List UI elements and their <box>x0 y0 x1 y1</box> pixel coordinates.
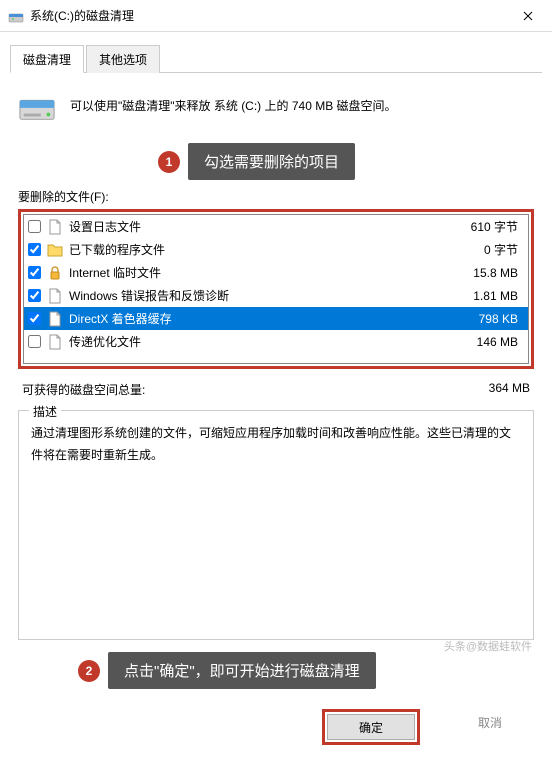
file-name: 已下载的程序文件 <box>69 241 484 258</box>
file-size: 610 字节 <box>471 218 522 235</box>
main-content: 可以使用"磁盘清理"来释放 系统 (C:) 上的 740 MB 磁盘空间。 1 … <box>0 73 552 709</box>
folder-icon <box>47 242 63 258</box>
page-icon <box>47 288 63 304</box>
file-name: Internet 临时文件 <box>69 264 473 281</box>
watermark: 头条@数据蛙软件 <box>444 638 532 654</box>
total-row: 可获得的磁盘空间总量: 364 MB <box>18 379 534 400</box>
intro-section: 可以使用"磁盘清理"来释放 系统 (C:) 上的 740 MB 磁盘空间。 <box>18 87 534 125</box>
file-checkbox[interactable] <box>28 335 41 348</box>
titlebar: 系统(C:)的磁盘清理 <box>0 0 552 32</box>
file-checkbox[interactable] <box>28 312 41 325</box>
window-title: 系统(C:)的磁盘清理 <box>30 7 508 24</box>
annotation-text-1: 勾选需要删除的项目 <box>188 143 355 180</box>
description-group: 描述 通过清理图形系统创建的文件，可缩短应用程序加载时间和改善响应性能。这些已清… <box>18 410 534 640</box>
file-row[interactable]: DirectX 着色器缓存798 KB <box>24 307 528 330</box>
annotation-text-2: 点击"确定"，即可开始进行磁盘清理 <box>108 652 376 689</box>
annotation-1: 1 勾选需要删除的项目 <box>158 143 534 180</box>
page-icon <box>47 334 63 350</box>
file-name: DirectX 着色器缓存 <box>69 310 479 327</box>
drive-icon <box>18 87 56 125</box>
file-checkbox[interactable] <box>28 266 41 279</box>
annotation-2: 2 点击"确定"，即可开始进行磁盘清理 <box>78 652 534 689</box>
description-text: 通过清理图形系统创建的文件，可缩短应用程序加载时间和改善响应性能。这些已清理的文… <box>31 423 521 466</box>
lock-icon <box>47 265 63 281</box>
page-icon <box>47 219 63 235</box>
file-checkbox[interactable] <box>28 289 41 302</box>
description-legend: 描述 <box>29 403 61 420</box>
file-row[interactable]: 已下载的程序文件0 字节 <box>24 238 528 261</box>
total-label: 可获得的磁盘空间总量: <box>22 381 145 398</box>
file-size: 0 字节 <box>484 241 522 258</box>
ok-button[interactable]: 确定 <box>327 714 415 740</box>
tab-strip: 磁盘清理 其他选项 <box>10 44 542 73</box>
intro-text: 可以使用"磁盘清理"来释放 系统 (C:) 上的 740 MB 磁盘空间。 <box>70 97 397 115</box>
file-name: 传递优化文件 <box>69 333 477 350</box>
annotation-badge-1: 1 <box>158 151 180 173</box>
annotation-badge-2: 2 <box>78 660 100 682</box>
total-value: 364 MB <box>489 381 530 398</box>
file-row[interactable]: Internet 临时文件15.8 MB <box>24 261 528 284</box>
file-size: 146 MB <box>477 335 522 349</box>
ok-button-highlight: 确定 <box>322 709 420 745</box>
file-row[interactable]: 传递优化文件146 MB <box>24 330 528 353</box>
close-button[interactable] <box>508 1 548 31</box>
file-checkbox[interactable] <box>28 243 41 256</box>
files-to-delete-label: 要删除的文件(F): <box>18 188 534 205</box>
file-list[interactable]: 设置日志文件610 字节已下载的程序文件0 字节Internet 临时文件15.… <box>23 214 529 364</box>
file-row[interactable]: 设置日志文件610 字节 <box>24 215 528 238</box>
disk-cleanup-icon <box>8 8 24 24</box>
file-row[interactable]: Windows 错误报告和反馈诊断1.81 MB <box>24 284 528 307</box>
tab-disk-cleanup[interactable]: 磁盘清理 <box>10 45 84 73</box>
dialog-buttons: 确定 取消 <box>0 709 552 761</box>
cancel-button[interactable]: 取消 <box>446 709 534 735</box>
page-icon <box>47 311 63 327</box>
file-size: 15.8 MB <box>473 266 522 280</box>
file-size: 1.81 MB <box>473 289 522 303</box>
tab-more-options[interactable]: 其他选项 <box>86 45 160 73</box>
file-size: 798 KB <box>479 312 522 326</box>
file-name: 设置日志文件 <box>69 218 471 235</box>
file-checkbox[interactable] <box>28 220 41 233</box>
file-list-highlight: 设置日志文件610 字节已下载的程序文件0 字节Internet 临时文件15.… <box>18 209 534 369</box>
file-name: Windows 错误报告和反馈诊断 <box>69 287 473 304</box>
